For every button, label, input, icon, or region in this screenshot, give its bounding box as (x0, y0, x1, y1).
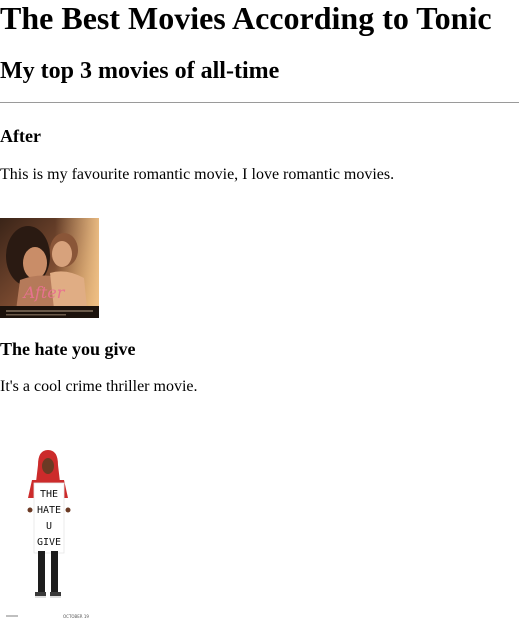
movie-poster-the-hate-you-give: THE HATE U GIVE OCTOBER 19 (0, 438, 99, 621)
movie-description-after: This is my favourite romantic movie, I l… (0, 166, 395, 183)
section-divider (0, 102, 519, 103)
poster-line-4: GIVE (37, 537, 61, 548)
page-title: The Best Movies According to Tonic (0, 0, 492, 36)
poster-line-1: THE (40, 489, 58, 500)
poster-title-text: After (22, 283, 66, 302)
poster-footer-date: OCTOBER 19 (63, 614, 89, 619)
poster-line-3: U (46, 521, 52, 532)
movie-title-the-hate-you-give: The hate you give (0, 339, 136, 359)
movie-poster-after: After (0, 218, 99, 318)
movie-title-after: After (0, 126, 41, 146)
movie-description-the-hate-you-give: It's a cool crime thriller movie. (0, 378, 198, 395)
page-subtitle: My top 3 movies of all-time (0, 58, 280, 84)
poster-line-2: HATE (37, 505, 61, 516)
